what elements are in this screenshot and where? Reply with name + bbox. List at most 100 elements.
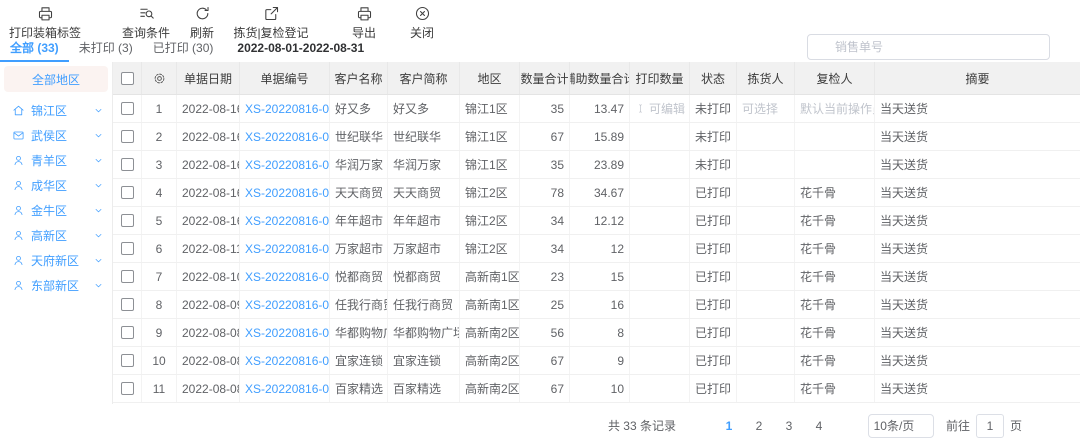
sidebar-item-region[interactable]: 青羊区: [0, 148, 112, 173]
row-checkbox[interactable]: [121, 270, 134, 283]
cell-picker[interactable]: [737, 319, 795, 346]
order-no-link[interactable]: XS-20220816-000012: [245, 270, 330, 284]
cell-customer: 华都购物广场: [330, 319, 388, 346]
order-no-link[interactable]: XS-20220816-000011: [245, 298, 330, 312]
cell-rechecker[interactable]: 花千骨: [795, 319, 875, 346]
cell-print-qty[interactable]: [630, 151, 690, 178]
page-number-2[interactable]: 2: [748, 415, 770, 437]
row-checkbox[interactable]: [121, 186, 134, 199]
cell-picker[interactable]: [737, 263, 795, 290]
page-number-3[interactable]: 3: [778, 415, 800, 437]
order-no-link[interactable]: XS-20220816-000017: [245, 130, 330, 144]
cell-summary: 当天送货: [875, 263, 1080, 290]
col-header-rechecker: 复检人: [795, 62, 875, 94]
row-checkbox[interactable]: [121, 242, 134, 255]
order-no-link[interactable]: XS-20220816-000018: [245, 102, 330, 116]
toolbar-query-conditions[interactable]: 查询条件: [114, 5, 178, 41]
cell-rechecker[interactable]: 花千骨: [795, 291, 875, 318]
row-checkbox[interactable]: [121, 326, 134, 339]
sidebar-item-region[interactable]: 金牛区: [0, 198, 112, 223]
cell-picker[interactable]: [737, 207, 795, 234]
tab-printed[interactable]: 已打印 (30): [143, 39, 224, 62]
cell-rechecker[interactable]: [795, 151, 875, 178]
print-qty-placeholder: 可编辑: [649, 100, 685, 117]
cell-rechecker[interactable]: 花千骨: [795, 375, 875, 402]
cell-order-no: XS-20220816-000018: [240, 95, 330, 122]
cell-print-qty[interactable]: [630, 235, 690, 262]
search-input[interactable]: [835, 40, 1041, 54]
sidebar-item-region[interactable]: 东部新区: [0, 273, 112, 298]
sidebar-item-region[interactable]: 锦江区: [0, 98, 112, 123]
order-no-link[interactable]: XS-20220816-000008: [245, 382, 330, 396]
sidebar-item-region[interactable]: 天府新区: [0, 248, 112, 273]
user-icon: [12, 279, 25, 292]
cell-rechecker[interactable]: 花千骨: [795, 347, 875, 374]
cell-print-qty[interactable]: [630, 375, 690, 402]
row-checkbox[interactable]: [121, 102, 134, 115]
cell-rechecker[interactable]: 花千骨: [795, 207, 875, 234]
cell-picker[interactable]: [737, 179, 795, 206]
cell-picker[interactable]: [737, 375, 795, 402]
toolbar-export[interactable]: 导出: [342, 5, 386, 41]
search-box[interactable]: [807, 34, 1050, 60]
cell-picker[interactable]: [737, 235, 795, 262]
order-no-link[interactable]: XS-20220816-000009: [245, 354, 330, 368]
sidebar-item-region[interactable]: 高新区: [0, 223, 112, 248]
cell-picker[interactable]: [737, 151, 795, 178]
cell-rechecker[interactable]: 默认当前操作员: [795, 95, 875, 122]
row-checkbox[interactable]: [121, 382, 134, 395]
page-number-1[interactable]: 1: [718, 415, 740, 437]
cell-print-qty[interactable]: [630, 291, 690, 318]
cell-print-qty[interactable]: [630, 179, 690, 206]
next-page-button[interactable]: [834, 415, 856, 437]
goto-page-input[interactable]: [976, 414, 1004, 438]
row-checkbox[interactable]: [121, 354, 134, 367]
cell-qty: 35: [520, 151, 570, 178]
row-checkbox[interactable]: [121, 158, 134, 171]
order-no-link[interactable]: XS-20220816-000010: [245, 326, 330, 340]
cell-summary: 当天送货: [875, 319, 1080, 346]
cell-print-qty[interactable]: [630, 263, 690, 290]
sidebar-item-region[interactable]: 成华区: [0, 173, 112, 198]
cell-picker[interactable]: [737, 347, 795, 374]
cell-print-qty[interactable]: [630, 123, 690, 150]
sidebar-item-region[interactable]: 武侯区: [0, 123, 112, 148]
order-no-link[interactable]: XS-20220816-000015: [245, 186, 330, 200]
cell-print-qty[interactable]: [630, 207, 690, 234]
chevron-down-icon: [93, 180, 104, 191]
row-checkbox[interactable]: [121, 130, 134, 143]
rechecker-value: 花千骨: [800, 240, 836, 257]
prev-page-button[interactable]: [692, 415, 714, 437]
row-select-cell: [113, 347, 142, 374]
tab-all[interactable]: 全部 (33): [0, 39, 69, 62]
order-no-link[interactable]: XS-20220816-000016: [245, 158, 330, 172]
page-number-4[interactable]: 4: [808, 415, 830, 437]
toolbar-refresh[interactable]: 刷新: [182, 5, 222, 41]
row-checkbox[interactable]: [121, 214, 134, 227]
cell-picker[interactable]: 可选择: [737, 95, 795, 122]
cell-qty: 34: [520, 207, 570, 234]
select-all-checkbox[interactable]: [121, 72, 134, 85]
cell-rechecker[interactable]: 花千骨: [795, 235, 875, 262]
order-no-link[interactable]: XS-20220816-000014: [245, 214, 330, 228]
table-row: 62022-08-11XS-20220816-000013万家超市万家超市锦江2…: [113, 235, 1080, 263]
cell-rechecker[interactable]: 花千骨: [795, 179, 875, 206]
toolbar-print-box-label[interactable]: 打印装箱标签: [2, 5, 88, 41]
cell-picker[interactable]: [737, 123, 795, 150]
order-no-link[interactable]: XS-20220816-000013: [245, 242, 330, 256]
row-checkbox[interactable]: [121, 298, 134, 311]
cell-picker[interactable]: [737, 291, 795, 318]
tab-unprinted[interactable]: 未打印 (3): [69, 39, 143, 62]
toolbar-close[interactable]: 关闭: [400, 5, 444, 41]
chevron-down-icon: [93, 255, 104, 266]
cell-print-qty[interactable]: 可编辑: [630, 95, 690, 122]
cell-order-no: XS-20220816-000012: [240, 263, 330, 290]
cell-print-qty[interactable]: [630, 319, 690, 346]
cell-rechecker[interactable]: [795, 123, 875, 150]
region-filter-dropdown[interactable]: 全部地区: [4, 66, 108, 92]
cell-rechecker[interactable]: 花千骨: [795, 263, 875, 290]
printer-icon: [356, 5, 373, 22]
page-size-select[interactable]: 10条/页: [868, 414, 934, 438]
cell-print-qty[interactable]: [630, 347, 690, 374]
toolbar-pick-recheck-register[interactable]: 拣货|复检登记: [224, 5, 318, 41]
